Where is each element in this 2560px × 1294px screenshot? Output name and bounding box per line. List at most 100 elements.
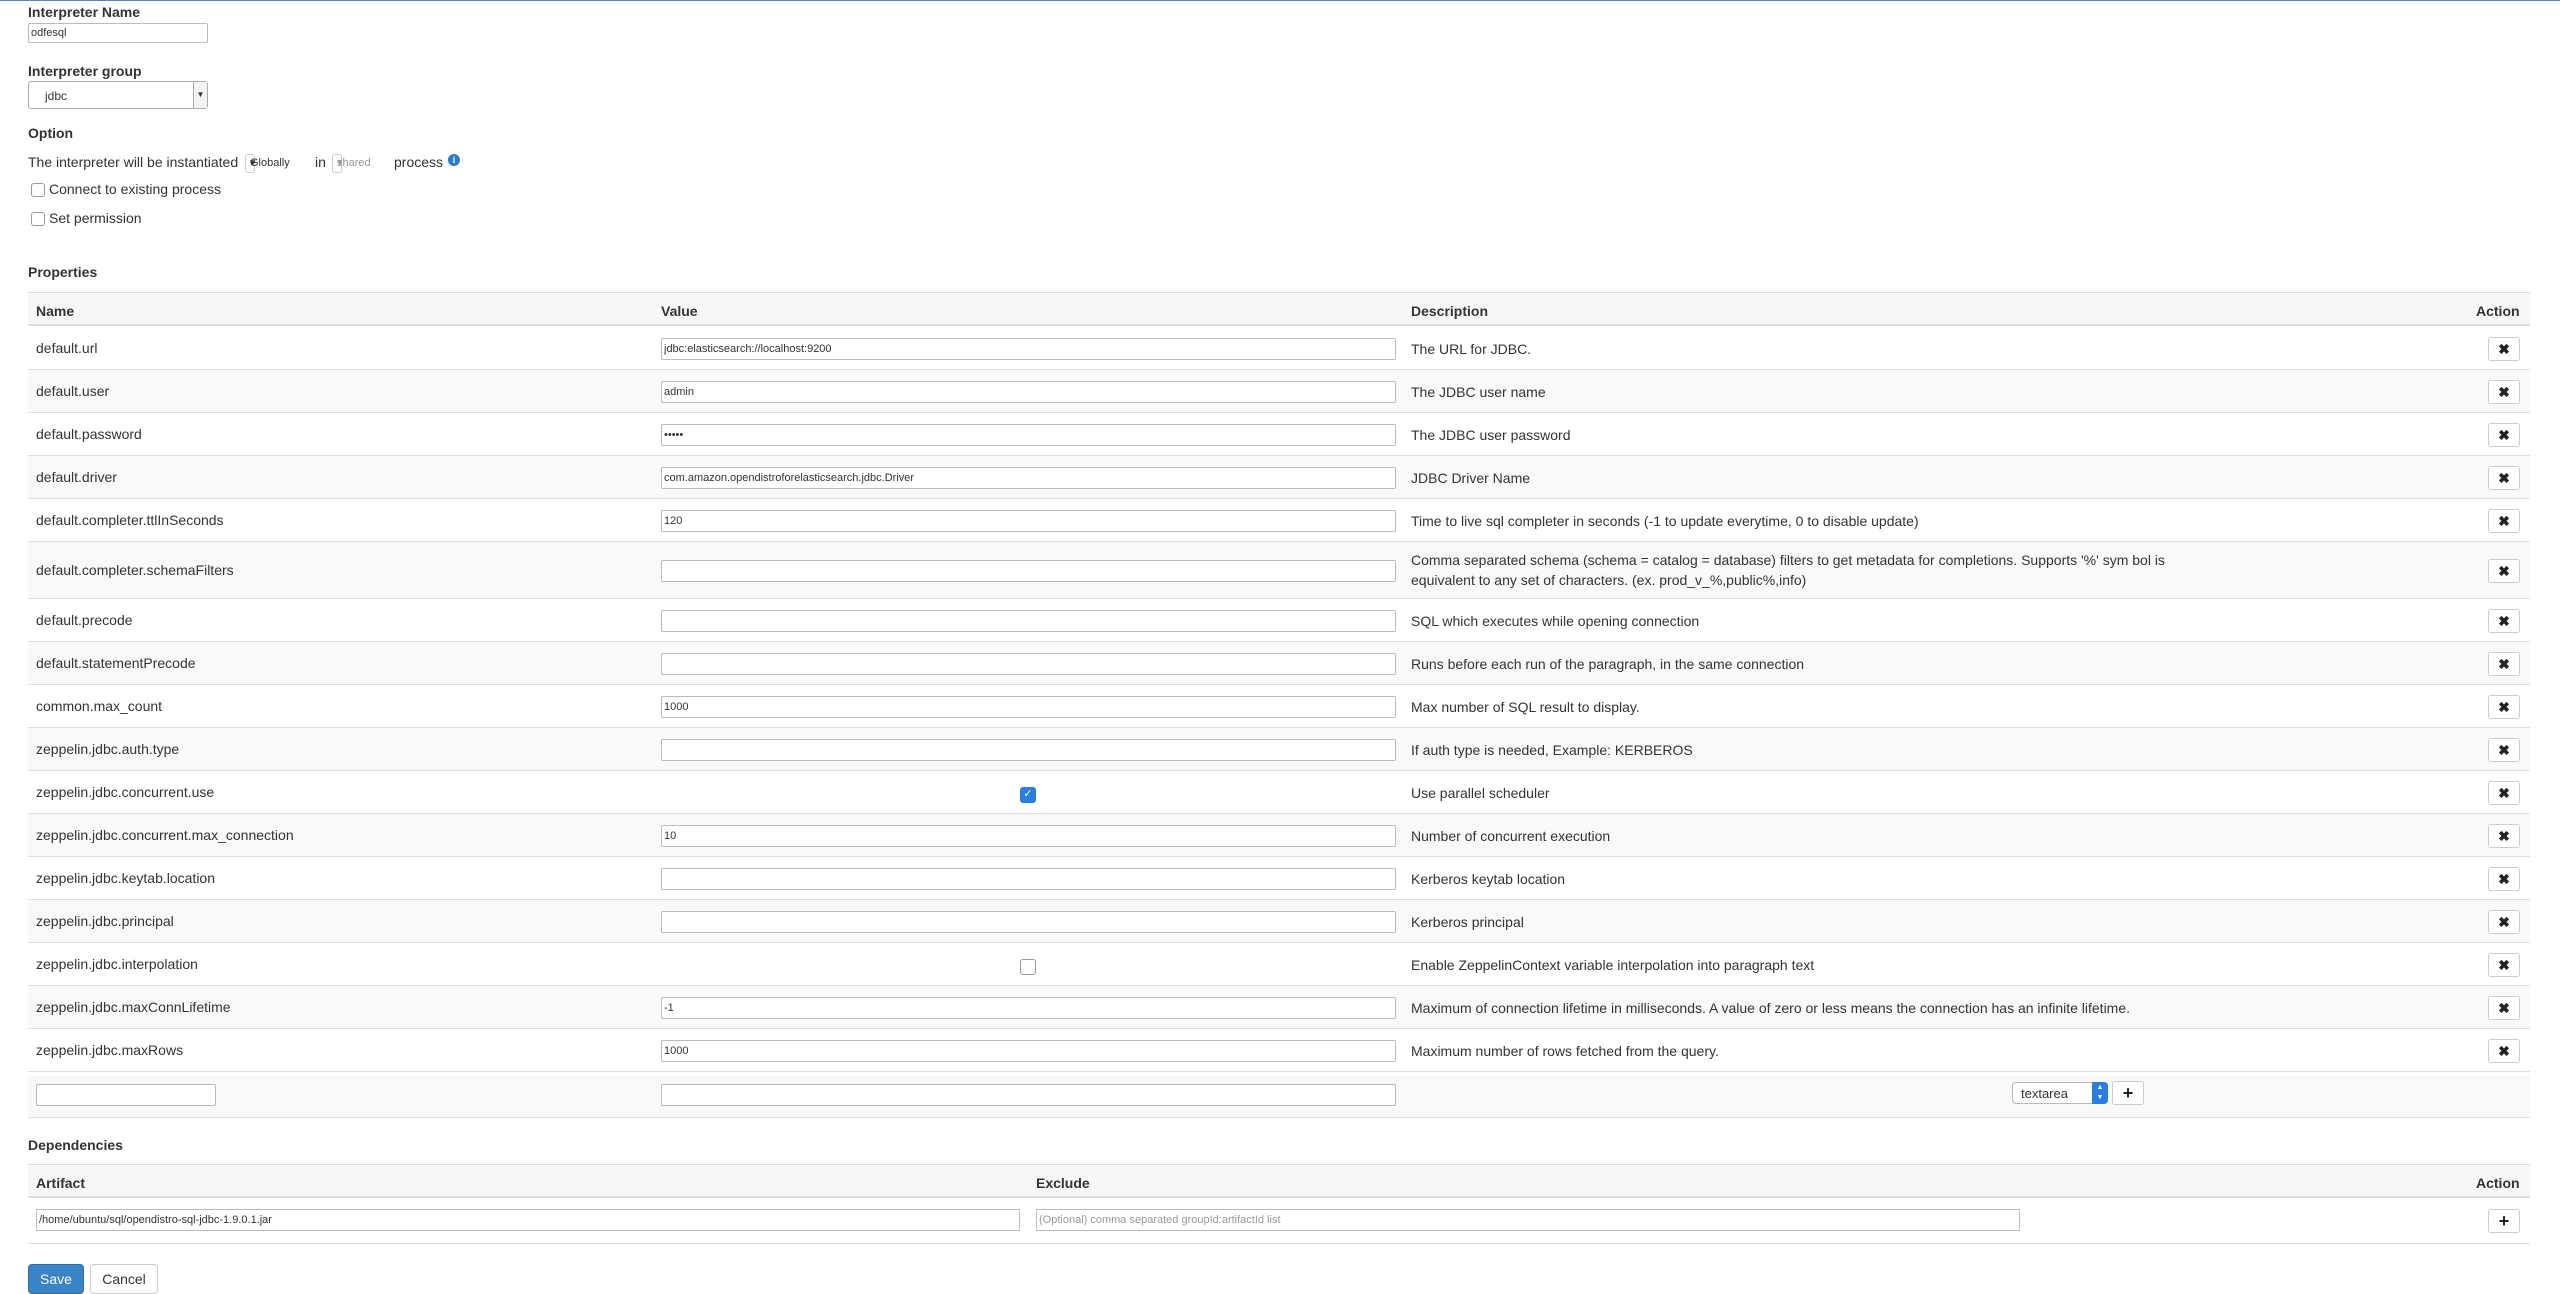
remove-property-button[interactable]: ✖ <box>2488 781 2520 805</box>
property-name: zeppelin.jdbc.concurrent.use <box>36 784 215 800</box>
artifact-input[interactable] <box>36 1209 1020 1231</box>
property-value-input[interactable] <box>661 739 1396 761</box>
close-icon: ✖ <box>2498 1000 2510 1016</box>
interpreter-group-select[interactable]: jdbc ▼ <box>28 81 208 109</box>
property-value-input[interactable] <box>661 825 1396 847</box>
dependency-row: + <box>28 1198 2530 1244</box>
property-description: If auth type is needed, Example: KERBERO… <box>1411 742 1693 758</box>
close-icon: ✖ <box>2498 828 2510 844</box>
interpreter-name-input[interactable] <box>28 23 208 43</box>
remove-property-button[interactable]: ✖ <box>2488 509 2520 533</box>
property-name: default.statementPrecode <box>36 655 196 671</box>
property-row: zeppelin.jdbc.concurrent.use ✓ Use paralle… <box>28 771 2530 814</box>
remove-property-button[interactable]: ✖ <box>2488 466 2520 490</box>
new-property-type-value: textarea <box>2021 1086 2068 1101</box>
save-button[interactable]: Save <box>28 1264 84 1294</box>
exclude-input[interactable] <box>1036 1209 2020 1231</box>
remove-property-button[interactable]: ✖ <box>2488 652 2520 676</box>
property-name: default.url <box>36 340 98 356</box>
property-value-input[interactable] <box>661 510 1396 532</box>
property-name: zeppelin.jdbc.principal <box>36 913 174 929</box>
remove-property-button[interactable]: ✖ <box>2488 996 2520 1020</box>
property-description: Maximum number of rows fetched from the … <box>1411 1043 1719 1059</box>
property-value-input[interactable] <box>661 653 1396 675</box>
col-exclude: Exclude <box>1036 1175 1090 1191</box>
plus-icon: + <box>2498 1211 2510 1231</box>
property-description: Maximum of connection lifetime in millis… <box>1411 1000 2131 1016</box>
close-icon: ✖ <box>2498 341 2510 357</box>
caret-down-icon: ▾ <box>250 157 256 169</box>
col-value: Value <box>661 303 698 319</box>
dependencies-table-header: Artifact Exclude Action <box>28 1164 2530 1198</box>
property-description: Runs before each run of the paragraph, i… <box>1411 656 1805 672</box>
property-row: zeppelin.jdbc.concurrent.max_connection N… <box>28 814 2530 857</box>
chevron-down-icon: ▼ <box>193 82 207 108</box>
remove-property-button[interactable]: ✖ <box>2488 738 2520 762</box>
property-name: zeppelin.jdbc.maxConnLifetime <box>36 999 231 1015</box>
connect-existing-checkbox[interactable] <box>31 183 45 197</box>
instantiation-scope-dropdown[interactable]: Globally ▾ <box>245 154 290 173</box>
property-value-input[interactable] <box>661 911 1396 933</box>
remove-property-button[interactable]: ✖ <box>2488 609 2520 633</box>
set-permission-checkbox[interactable] <box>31 212 45 226</box>
remove-property-button[interactable]: ✖ <box>2488 910 2520 934</box>
property-row: common.max_count Max number of SQL result… <box>28 685 2530 728</box>
property-value-input[interactable] <box>661 424 1396 446</box>
new-property-type-select[interactable]: textarea ▲ ▼ <box>2012 1082 2108 1104</box>
property-name: zeppelin.jdbc.concurrent.max_connection <box>36 827 294 843</box>
remove-property-button[interactable]: ✖ <box>2488 380 2520 404</box>
add-dependency-button[interactable]: + <box>2488 1209 2520 1233</box>
new-property-name-input[interactable] <box>36 1084 216 1106</box>
property-value-input[interactable] <box>661 467 1396 489</box>
instantiation-text-in: in <box>315 154 326 170</box>
remove-property-button[interactable]: ✖ <box>2488 559 2520 583</box>
plus-icon: + <box>2122 1083 2134 1103</box>
close-icon: ✖ <box>2498 513 2510 529</box>
property-row: default.url The URL for JDBC. ✖ <box>28 327 2530 370</box>
close-icon: ✖ <box>2498 656 2510 672</box>
property-row: default.completer.ttlInSeconds Time to li… <box>28 499 2530 542</box>
property-name: zeppelin.jdbc.auth.type <box>36 741 180 757</box>
close-icon: ✖ <box>2498 742 2510 758</box>
remove-property-button[interactable]: ✖ <box>2488 337 2520 361</box>
remove-property-button[interactable]: ✖ <box>2488 695 2520 719</box>
interpreter-group-label: Interpreter group <box>28 63 142 79</box>
property-value-input[interactable] <box>661 610 1396 632</box>
close-icon: ✖ <box>2498 613 2510 629</box>
info-icon[interactable]: i <box>448 154 460 166</box>
property-value-input[interactable] <box>661 338 1396 360</box>
property-row: default.statementPrecode Runs before each… <box>28 642 2530 685</box>
property-value-input[interactable] <box>661 381 1396 403</box>
remove-property-button[interactable]: ✖ <box>2488 953 2520 977</box>
property-name: zeppelin.jdbc.interpolation <box>36 956 198 972</box>
property-description: Max number of SQL result to display. <box>1411 699 1640 715</box>
option-heading: Option <box>28 125 74 141</box>
new-property-value-input[interactable] <box>661 1084 1396 1106</box>
instantiation-mode-dropdown[interactable]: shared ▾ <box>332 154 371 173</box>
remove-property-button[interactable]: ✖ <box>2488 1039 2520 1063</box>
property-row: zeppelin.jdbc.keytab.location Kerberos ke… <box>28 857 2530 900</box>
close-icon: ✖ <box>2498 957 2510 973</box>
property-description: Comma separated schema (schema = catalog… <box>1411 552 2165 588</box>
property-value-input[interactable] <box>661 560 1396 582</box>
property-value-input[interactable] <box>661 696 1396 718</box>
interpreter-name-label: Interpreter Name <box>28 4 141 20</box>
property-row: zeppelin.jdbc.maxRows Maximum number of r… <box>28 1029 2530 1072</box>
property-description: Enable ZeppelinContext variable interpol… <box>1411 957 1815 973</box>
property-description: JDBC Driver Name <box>1411 470 1531 486</box>
property-row: zeppelin.jdbc.auth.type If auth type is n… <box>28 728 2530 771</box>
remove-property-button[interactable]: ✖ <box>2488 824 2520 848</box>
close-icon: ✖ <box>2498 785 2510 801</box>
remove-property-button[interactable]: ✖ <box>2488 423 2520 447</box>
close-icon: ✖ <box>2498 427 2510 443</box>
add-property-button[interactable]: + <box>2112 1081 2144 1105</box>
cancel-button[interactable]: Cancel <box>90 1264 158 1294</box>
remove-property-button[interactable]: ✖ <box>2488 867 2520 891</box>
property-value-checkbox[interactable]: ✓ <box>1020 787 1036 803</box>
property-value-input[interactable] <box>661 997 1396 1019</box>
property-description: Kerberos keytab location <box>1411 871 1566 887</box>
property-value-checkbox[interactable] <box>1020 959 1036 975</box>
property-value-input[interactable] <box>661 868 1396 890</box>
property-description: Time to live sql completer in seconds (-… <box>1411 513 1919 529</box>
property-value-input[interactable] <box>661 1040 1396 1062</box>
